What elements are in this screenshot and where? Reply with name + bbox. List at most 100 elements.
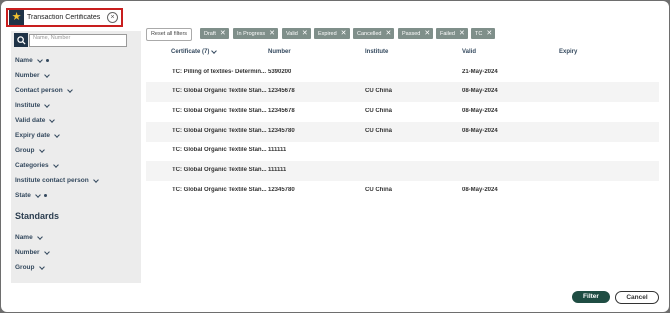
remove-chip-icon[interactable]: ✕ (220, 30, 226, 37)
chevron-down-icon (211, 48, 218, 54)
chevron-down-icon (38, 263, 45, 270)
table-row[interactable]: TC: Global Organic Textile Stan... 12345… (146, 102, 659, 122)
remove-chip-icon[interactable]: ✕ (385, 30, 391, 37)
chevron-down-icon (35, 191, 41, 198)
chip-label: Failed (440, 30, 455, 37)
chip-draft: Draft ✕ (200, 28, 229, 39)
institute-cell: CU China (365, 88, 392, 94)
filter-group[interactable]: Group (15, 146, 45, 154)
column-header-valid[interactable]: Valid (462, 49, 476, 55)
column-header-number[interactable]: Number (268, 49, 291, 55)
table-row[interactable]: TC: Global Organic Textile Stan... 11111… (146, 141, 659, 161)
certificate-cell: TC: Global Organic Textile Stan... (172, 128, 267, 134)
chevron-down-icon (49, 116, 56, 123)
institute-cell: CU China (365, 187, 392, 193)
number-cell: 12345678 (268, 88, 295, 94)
saved-search-input[interactable] (24, 11, 105, 24)
standards-filter-group[interactable]: Group (15, 263, 45, 271)
table-row[interactable]: TC: Global Organic Textile Stan... 12345… (146, 122, 659, 142)
chip-label: Draft (204, 30, 216, 37)
filter-name[interactable]: Name (15, 56, 49, 64)
number-cell: 12345678 (268, 108, 295, 114)
filter-label: Name (15, 57, 33, 64)
chevron-down-icon (43, 71, 50, 78)
reset-filters-button[interactable]: Reset all filters (146, 28, 192, 41)
chevron-down-icon (66, 86, 73, 93)
chip-cancelled: Cancelled ✕ (353, 28, 395, 39)
chevron-down-icon (38, 146, 45, 153)
column-header-institute[interactable]: Institute (365, 49, 388, 55)
number-cell: 111111 (268, 147, 287, 153)
chip-label: In Progress (237, 30, 266, 37)
chip-expired: Expired ✕ (314, 28, 350, 39)
filter-label: Number (15, 249, 40, 256)
certificate-cell: TC: Global Organic Textile Stan... (172, 88, 267, 94)
filter-label: Categories (15, 162, 49, 169)
filter-label: Institute contact person (15, 177, 89, 184)
remove-chip-icon[interactable]: ✕ (424, 30, 430, 37)
remove-chip-icon[interactable]: ✕ (302, 30, 308, 37)
filter-label: Valid date (15, 117, 46, 124)
valid-cell: 08-May-2024 (462, 187, 498, 193)
filter-label: Institute (15, 102, 41, 109)
certificate-cell: TC: Global Organic Textile Stan... (172, 187, 267, 193)
number-cell: 12345780 (268, 187, 295, 193)
standards-filter-name[interactable]: Name (15, 233, 43, 241)
remove-chip-icon[interactable]: ✕ (341, 30, 347, 37)
table-row[interactable]: TC: Global Organic Textile Stan... 12345… (146, 82, 659, 102)
column-header-expiry[interactable]: Expiry (559, 49, 577, 55)
filter-institute[interactable]: Institute (15, 101, 51, 109)
filter-button[interactable]: Filter (572, 291, 610, 303)
valid-cell: 08-May-2024 (462, 128, 498, 134)
certificate-cell: TC: Global Organic Textile Stan... (172, 167, 267, 173)
chevron-down-icon (43, 248, 50, 255)
chip-in-progress: In Progress ✕ (233, 28, 278, 39)
certificate-cell: TC: Pilling of textiles- Determin... (172, 69, 267, 75)
chevron-down-icon (54, 131, 60, 138)
filter-label: Expiry date (15, 132, 51, 139)
number-cell: 12345780 (268, 128, 295, 134)
search-icon[interactable] (14, 33, 28, 47)
chip-valid: Valid ✕ (282, 28, 311, 39)
remove-chip-icon[interactable]: ✕ (486, 30, 492, 37)
filter-institute-contact-person[interactable]: Institute contact person (15, 176, 99, 184)
remove-chip-icon[interactable]: ✕ (459, 30, 465, 37)
certificate-cell: TC: Global Organic Textile Stan... (172, 147, 267, 153)
chevron-down-icon (36, 233, 43, 240)
table-row[interactable]: TC: Global Organic Textile Stan... 11111… (146, 161, 659, 181)
valid-cell: 21-May-2024 (462, 69, 498, 75)
chip-label: TC (475, 30, 483, 37)
certificate-cell: TC: Global Organic Textile Stan... (172, 108, 267, 114)
star-icon[interactable]: ★ (9, 10, 24, 25)
institute-cell: CU China (365, 108, 392, 114)
standards-filter-number[interactable]: Number (15, 248, 50, 256)
filter-contact-person[interactable]: Contact person (15, 86, 73, 94)
institute-cell: CU China (365, 128, 392, 134)
cancel-button[interactable]: Cancel (615, 291, 659, 304)
chip-failed: Failed ✕ (436, 28, 468, 39)
column-header-certificate[interactable]: Certificate (7) (171, 48, 218, 55)
valid-cell: 08-May-2024 (462, 108, 498, 114)
filter-sidebar: Name, Number Name Number Contact person … (11, 31, 141, 283)
chip-label: Passed (402, 30, 421, 37)
chevron-down-icon (44, 101, 51, 108)
filter-valid-date[interactable]: Valid date (15, 116, 56, 124)
chevron-down-icon (92, 176, 99, 183)
remove-chip-icon[interactable]: ✕ (269, 30, 275, 37)
sidebar-search-input[interactable]: Name, Number (29, 33, 127, 47)
chip-tc: TC ✕ (471, 28, 496, 39)
table-row[interactable]: TC: Global Organic Textile Stan... 12345… (146, 181, 659, 201)
filter-state[interactable]: State (15, 191, 47, 199)
chip-passed: Passed ✕ (398, 28, 434, 39)
filter-label: Group (15, 264, 35, 271)
chevron-down-icon (36, 56, 43, 63)
table-row[interactable]: TC: Pilling of textiles- Determin... 539… (146, 63, 659, 83)
saved-search-box: ★ × (6, 8, 123, 27)
chevron-down-icon (52, 161, 59, 168)
filter-categories[interactable]: Categories (15, 161, 59, 169)
filter-number[interactable]: Number (15, 71, 50, 79)
filter-expiry-date[interactable]: Expiry date (15, 131, 60, 139)
filter-label: Contact person (15, 87, 63, 94)
clear-icon[interactable]: × (107, 12, 118, 23)
chip-label: Cancelled (357, 30, 382, 37)
